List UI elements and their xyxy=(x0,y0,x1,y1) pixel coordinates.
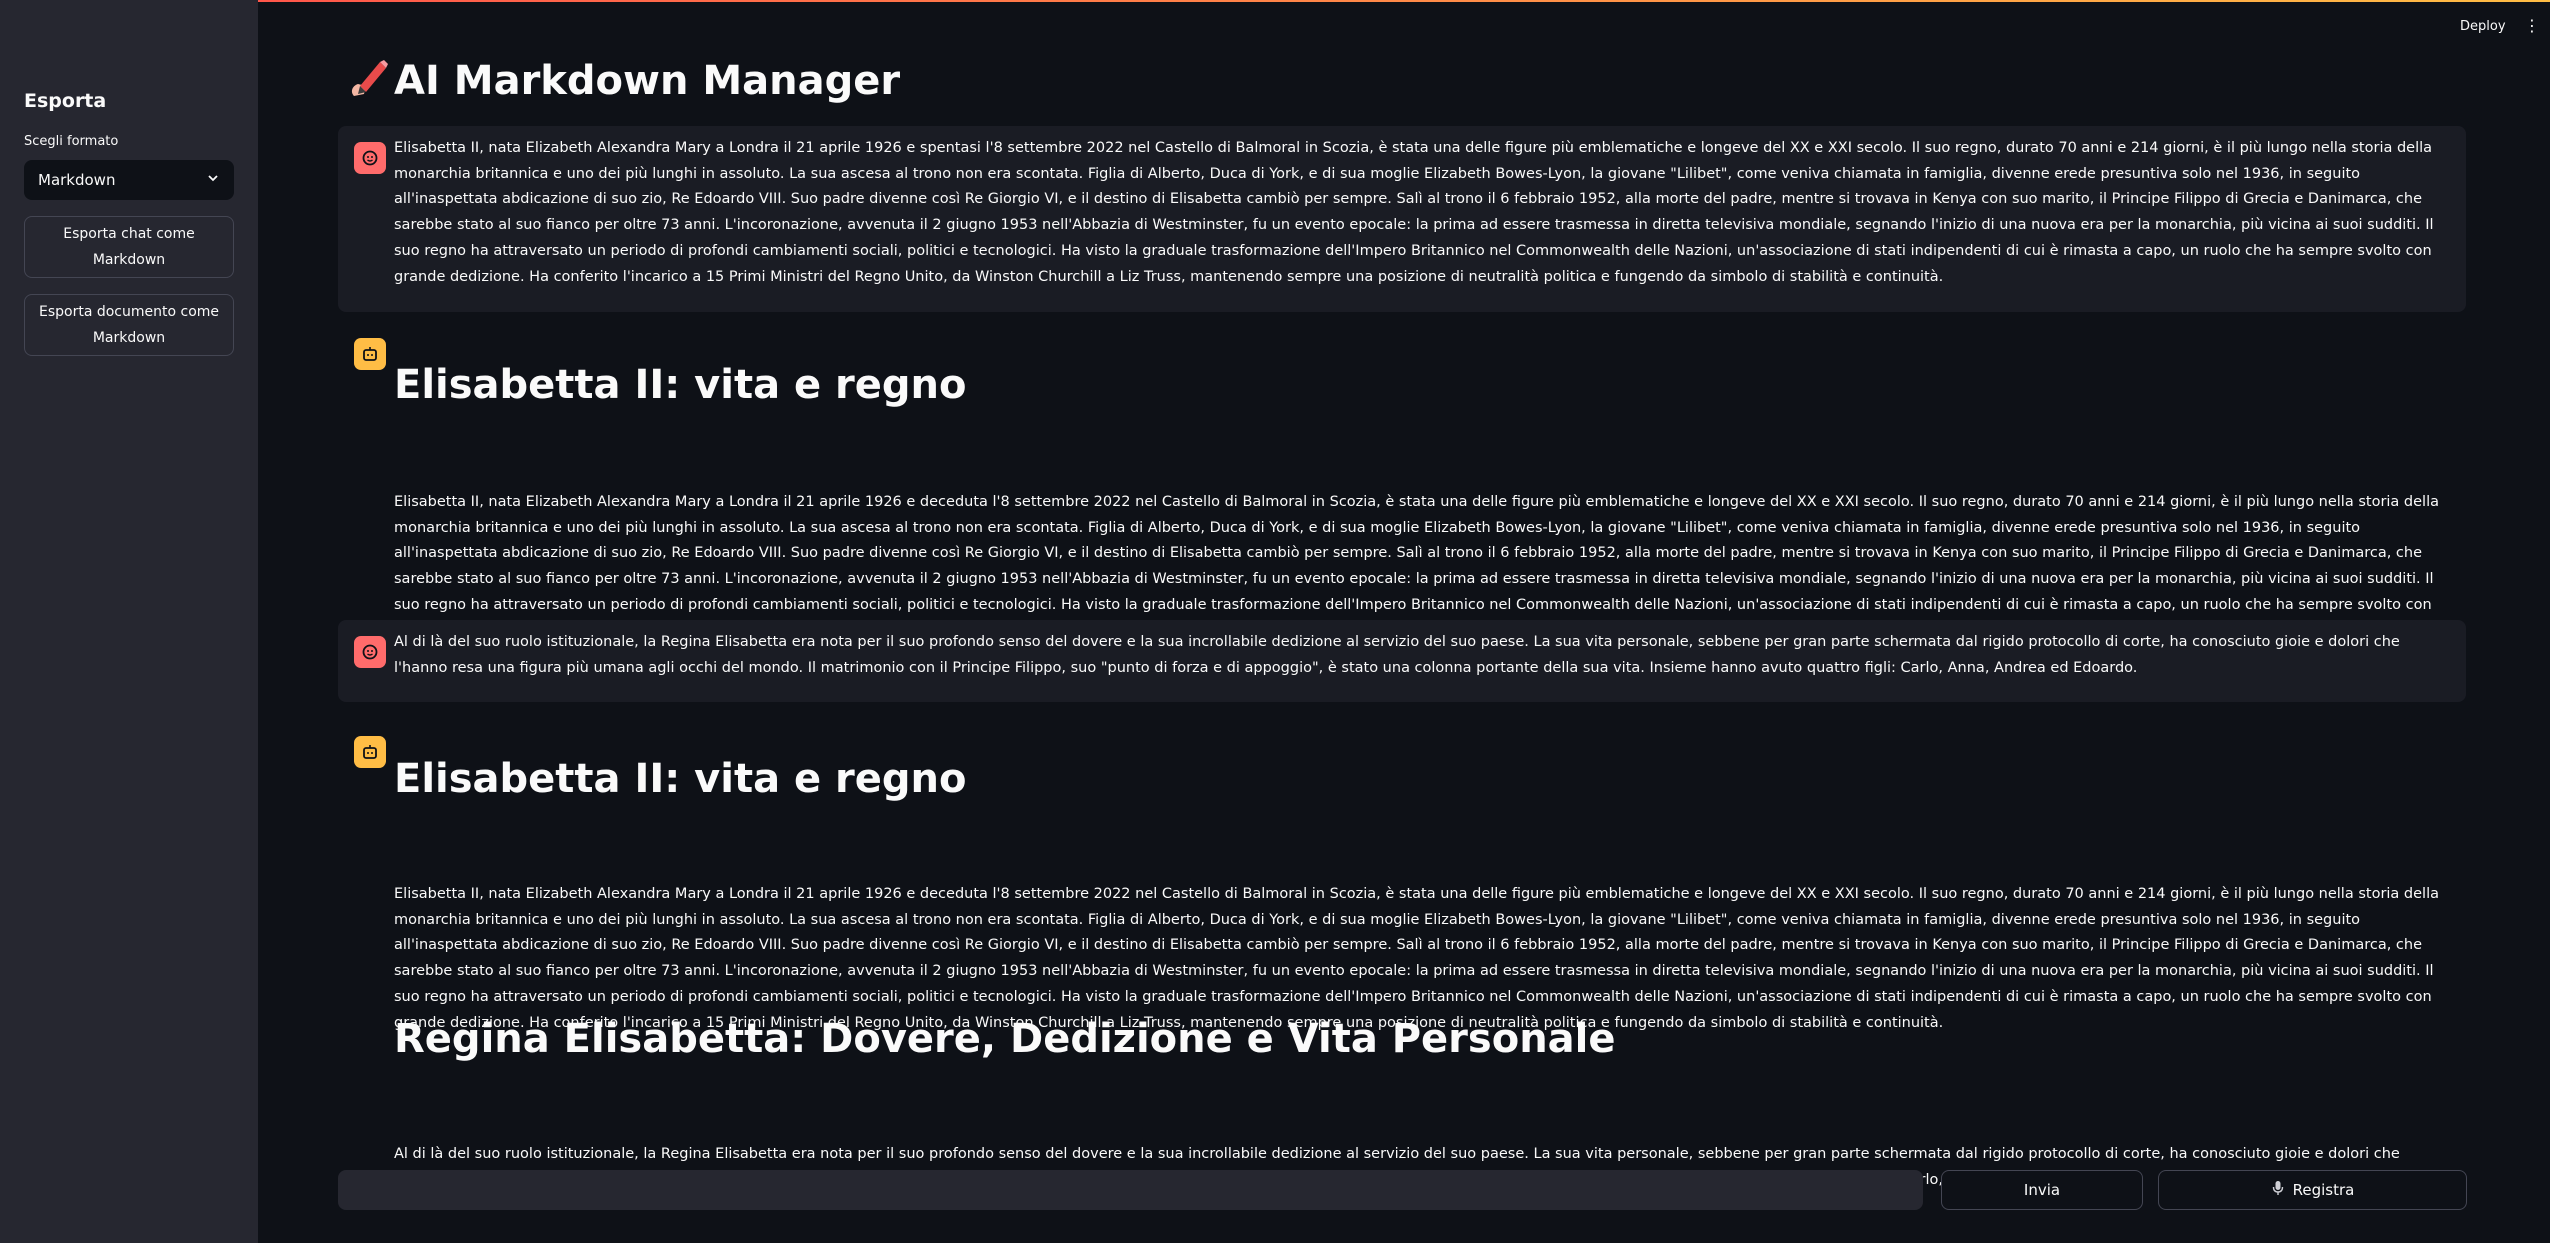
sidebar: Esporta Scegli formato Markdown Esporta … xyxy=(0,0,258,1243)
bot-avatar-icon xyxy=(354,338,386,370)
top-decoration-line xyxy=(0,0,2550,2)
export-chat-button[interactable]: Esporta chat come Markdown xyxy=(24,216,234,278)
sidebar-title: Esporta xyxy=(24,90,107,112)
chat-message-user: Al di là del suo ruolo istituzionale, la… xyxy=(338,620,2466,702)
message-heading: Elisabetta II: vita e regno xyxy=(394,756,967,802)
format-select-value: Markdown xyxy=(38,171,116,189)
microphone-icon xyxy=(2271,1180,2285,1200)
chevron-down-icon xyxy=(206,171,220,189)
chat-message-text: Elisabetta II, nata Elizabeth Alexandra … xyxy=(394,886,2439,1031)
user-avatar-icon xyxy=(354,142,386,174)
chat-message-text: Al di là del suo ruolo istituzionale, la… xyxy=(394,634,2400,676)
message-heading: Elisabetta II: vita e regno xyxy=(394,362,967,408)
send-button-label: Invia xyxy=(2023,1181,2061,1199)
page-title-text: AI Markdown Manager xyxy=(394,58,901,104)
bot-avatar-icon xyxy=(354,736,386,768)
record-button[interactable]: Registra xyxy=(2158,1170,2467,1210)
chat-message-assistant: Elisabetta II: vita e regno Elisabetta I… xyxy=(338,338,2466,648)
chat-message-assistant: Elisabetta II: vita e regno Elisabetta I… xyxy=(338,736,2466,1188)
chat-message-user: Elisabetta II, nata Elizabeth Alexandra … xyxy=(338,126,2466,312)
send-button[interactable]: Invia xyxy=(1941,1170,2143,1210)
message-subheading: Regina Elisabetta: Dovere, Dedizione e V… xyxy=(394,1016,1616,1062)
format-select[interactable]: Markdown xyxy=(24,160,234,200)
page-title: AI Markdown Manager xyxy=(346,56,900,104)
pencil-writing-icon xyxy=(346,56,394,104)
format-select-label: Scegli formato xyxy=(24,134,119,149)
deploy-button[interactable]: Deploy xyxy=(2460,19,2506,34)
user-avatar-icon xyxy=(354,636,386,668)
chat-message-text: Elisabetta II, nata Elizabeth Alexandra … xyxy=(394,140,2434,285)
export-document-button[interactable]: Esporta documento come Markdown xyxy=(24,294,234,356)
main-menu-icon[interactable]: ⋮ xyxy=(2524,16,2540,35)
record-button-label: Registra xyxy=(2292,1181,2355,1199)
chat-input[interactable] xyxy=(338,1170,1923,1210)
